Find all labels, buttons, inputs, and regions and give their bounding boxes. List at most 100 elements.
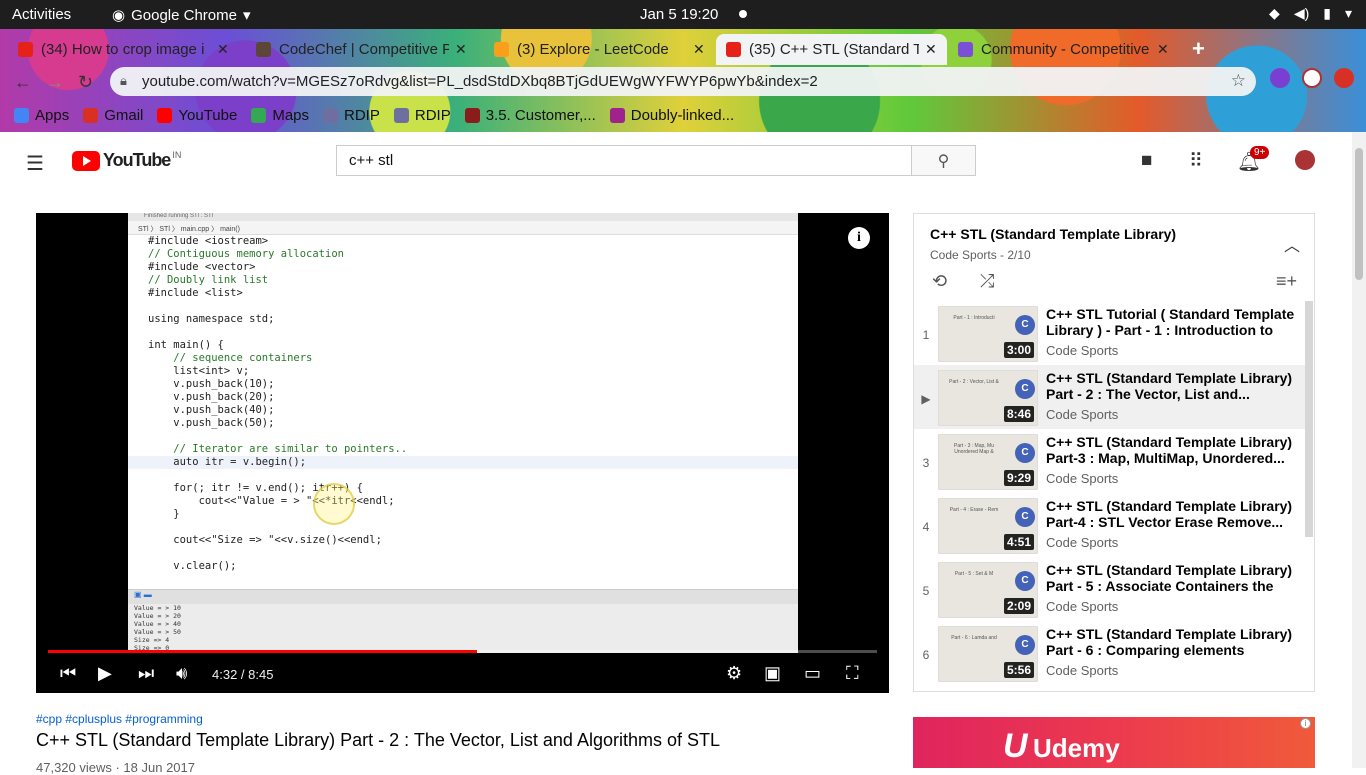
- duration-badge: 3:00: [1003, 342, 1034, 358]
- playlist-item[interactable]: 4 Part - 4 : Erase - Rem C 4:51 C++ STL (Sta…: [914, 493, 1306, 557]
- create-video-icon[interactable]: ■: [1141, 150, 1152, 172]
- search-button[interactable]: ⚲: [911, 145, 976, 176]
- app-menu-label: Google Chrome: [131, 6, 237, 24]
- bookmark-item[interactable]: YouTube: [157, 107, 237, 124]
- xcode-titlebar: Finished running STl : STl: [128, 213, 798, 221]
- next-icon[interactable]: ⏭: [138, 663, 154, 684]
- shuffle-icon[interactable]: ⤮: [980, 271, 994, 292]
- tab-close-icon[interactable]: ✕: [455, 41, 467, 58]
- youtube-header: ☰ YouTube IN c++ stl ⚲ ■ ⠿ 🔔︎ 9+: [0, 132, 1352, 189]
- ad-banner[interactable]: U Udemy i: [913, 717, 1315, 768]
- forward-button[interactable]: →: [46, 72, 64, 93]
- video-thumbnail[interactable]: Part - 1 : Introducti C 3:00: [938, 306, 1038, 362]
- code-line: v.push_back(50);: [148, 417, 275, 429]
- bookmark-favicon: [609, 108, 625, 123]
- apps-grid-icon[interactable]: ⠿: [1189, 150, 1203, 173]
- tab-close-icon[interactable]: ✕: [217, 41, 229, 58]
- power-menu-icon: ▾: [1344, 5, 1352, 21]
- bookmark-star-icon[interactable]: ☆: [1231, 71, 1246, 91]
- playlist-item[interactable]: 5 Part - 5 : Set & M C 2:09 C++ STL (Standar…: [914, 557, 1306, 621]
- progress-bar[interactable]: [48, 650, 877, 653]
- playlist-scrollbar[interactable]: [1305, 301, 1313, 537]
- new-tab-button[interactable]: +: [1192, 36, 1205, 62]
- tab-label: CodeChef | Competitive P: [279, 40, 449, 58]
- hashtags[interactable]: #cpp #cplusplus #programming: [36, 712, 203, 726]
- tab-close-icon[interactable]: ✕: [1157, 41, 1169, 58]
- volume-icon[interactable]: 🔊︎: [176, 663, 187, 684]
- tab-close-icon[interactable]: ✕: [693, 41, 705, 58]
- playlist-header: C++ STL (Standard Template Library) Code…: [914, 214, 1314, 301]
- previous-icon[interactable]: ⏮: [60, 663, 76, 684]
- tab[interactable]: CodeChef | Competitive P ✕: [246, 34, 477, 64]
- back-button[interactable]: ←: [14, 72, 32, 93]
- duration-badge: 2:09: [1003, 598, 1034, 614]
- video-thumbnail[interactable]: Part - 3 : Map, Mu Unordered Map & C 9:29: [938, 434, 1038, 490]
- code-line: cout<<"Size => "<<v.size()<<endl;: [148, 534, 382, 546]
- collapse-chevron-icon[interactable]: ︿: [1284, 232, 1300, 256]
- playlist-item[interactable]: 1 Part - 1 : Introducti C 3:00 C++ STL Tutor…: [914, 301, 1306, 365]
- theater-mode-icon[interactable]: ▭: [804, 663, 821, 684]
- cpp-logo-icon: C: [1015, 635, 1035, 655]
- playlist-title[interactable]: C++ STL (Standard Template Library): [930, 226, 1298, 242]
- code-line: #include <vector>: [148, 261, 256, 273]
- account-avatar[interactable]: [1295, 150, 1315, 170]
- loop-icon[interactable]: ⟲: [932, 271, 947, 292]
- info-icon[interactable]: i: [848, 227, 870, 249]
- video-player[interactable]: Finished running STl : STl STl 〉 STl 〉 m…: [36, 213, 889, 693]
- lock-icon[interactable]: 🔒︎: [120, 73, 127, 89]
- clock[interactable]: Jan 5 19:20: [640, 6, 718, 23]
- code-line: cout<<"Value = > "<<*itr<<endl;: [148, 495, 395, 507]
- system-tray[interactable]: ◆ ◀) ▮ ▾: [1269, 5, 1352, 22]
- activities-button[interactable]: Activities: [12, 6, 71, 23]
- playlist-item[interactable]: 3 Part - 3 : Map, Mu Unordered Map & C 9:29…: [914, 429, 1306, 493]
- fullscreen-icon[interactable]: ⛶: [846, 663, 859, 684]
- volume-icon: ◀): [1293, 5, 1310, 21]
- code-line: v.push_back(10);: [148, 378, 275, 390]
- tab[interactable]: Community - Competitive ✕: [948, 34, 1179, 64]
- tab-favicon: [256, 41, 271, 57]
- xcode-breadcrumb: STl 〉 STl 〉 main.cpp 〉 main(): [128, 221, 798, 235]
- playlist-subtitle[interactable]: Code Sports - 2/10: [930, 248, 1298, 262]
- bookmark-item[interactable]: RDIP: [393, 107, 451, 124]
- tab-favicon: [958, 41, 973, 57]
- extension-puzzle-icon[interactable]: [1270, 68, 1290, 88]
- tab-close-icon[interactable]: ✕: [925, 41, 937, 58]
- bookmark-item[interactable]: Maps: [251, 107, 309, 124]
- settings-gear-icon[interactable]: ⚙: [726, 663, 742, 684]
- bookmark-item[interactable]: RDIP: [323, 107, 380, 124]
- update-icon[interactable]: [1334, 68, 1354, 88]
- app-menu[interactable]: ◉ Google Chrome ▾: [112, 6, 251, 25]
- video-thumbnail[interactable]: Part - 6 : Lamda and C 5:56: [938, 626, 1038, 682]
- address-bar[interactable]: 🔒︎ youtube.com/watch?v=MGESz7oRdvg&list=…: [110, 67, 1256, 96]
- tab[interactable]: (35) C++ STL (Standard Te ✕: [716, 34, 947, 65]
- video-thumbnail[interactable]: Part - 2 : Vector, List & C 8:46: [938, 370, 1038, 426]
- console-toolbar: ▣ ▬: [128, 590, 798, 604]
- play-icon[interactable]: ▶: [98, 663, 112, 684]
- tab[interactable]: (3) Explore - LeetCode ✕: [484, 34, 715, 64]
- save-playlist-icon[interactable]: ≡+: [1276, 271, 1297, 292]
- thumbnail-caption: Part - 3 : Map, Mu Unordered Map &: [953, 443, 994, 455]
- tab[interactable]: (34) How to crop image i ✕: [8, 34, 239, 64]
- miniplayer-icon[interactable]: ▣: [764, 663, 781, 684]
- search-input[interactable]: c++ stl: [336, 145, 912, 176]
- playlist-index: 3: [922, 456, 930, 470]
- playlist-item[interactable]: ▶ Part - 2 : Vector, List & C 8:46 C++ STL (…: [914, 365, 1306, 429]
- video-thumbnail[interactable]: Part - 4 : Erase - Rem C 4:51: [938, 498, 1038, 554]
- playlist-item-title: C++ STL (Standard Template Library) Part…: [1046, 434, 1293, 466]
- bookmark-item[interactable]: Doubly-linked...: [609, 107, 734, 124]
- bookmark-item[interactable]: 3.5. Customer,...: [464, 107, 596, 124]
- playlist-item[interactable]: 6 Part - 6 : Lamda and C 5:56 C++ STL (Stand…: [914, 621, 1306, 685]
- profile-avatar-icon[interactable]: [1302, 68, 1322, 88]
- video-thumbnail[interactable]: Part - 5 : Set & M C 2:09: [938, 562, 1038, 618]
- url-text: youtube.com/watch?v=MGESz7oRdvg&list=PL_…: [142, 73, 818, 90]
- youtube-logo[interactable]: YouTube IN: [72, 150, 181, 171]
- hamburger-menu-icon[interactable]: ☰: [26, 151, 44, 176]
- bookmark-item[interactable]: Apps: [14, 107, 69, 124]
- code-line: // Doubly link list: [148, 274, 269, 286]
- playlist-item-title: C++ STL (Standard Template Library) Part…: [1046, 626, 1293, 658]
- bookmark-item[interactable]: Gmail: [83, 107, 143, 124]
- ad-info-icon[interactable]: i: [1300, 718, 1311, 729]
- page-scrollbar[interactable]: [1352, 132, 1366, 768]
- scrollbar-thumb[interactable]: [1355, 148, 1363, 280]
- reload-button[interactable]: ↻: [78, 72, 93, 93]
